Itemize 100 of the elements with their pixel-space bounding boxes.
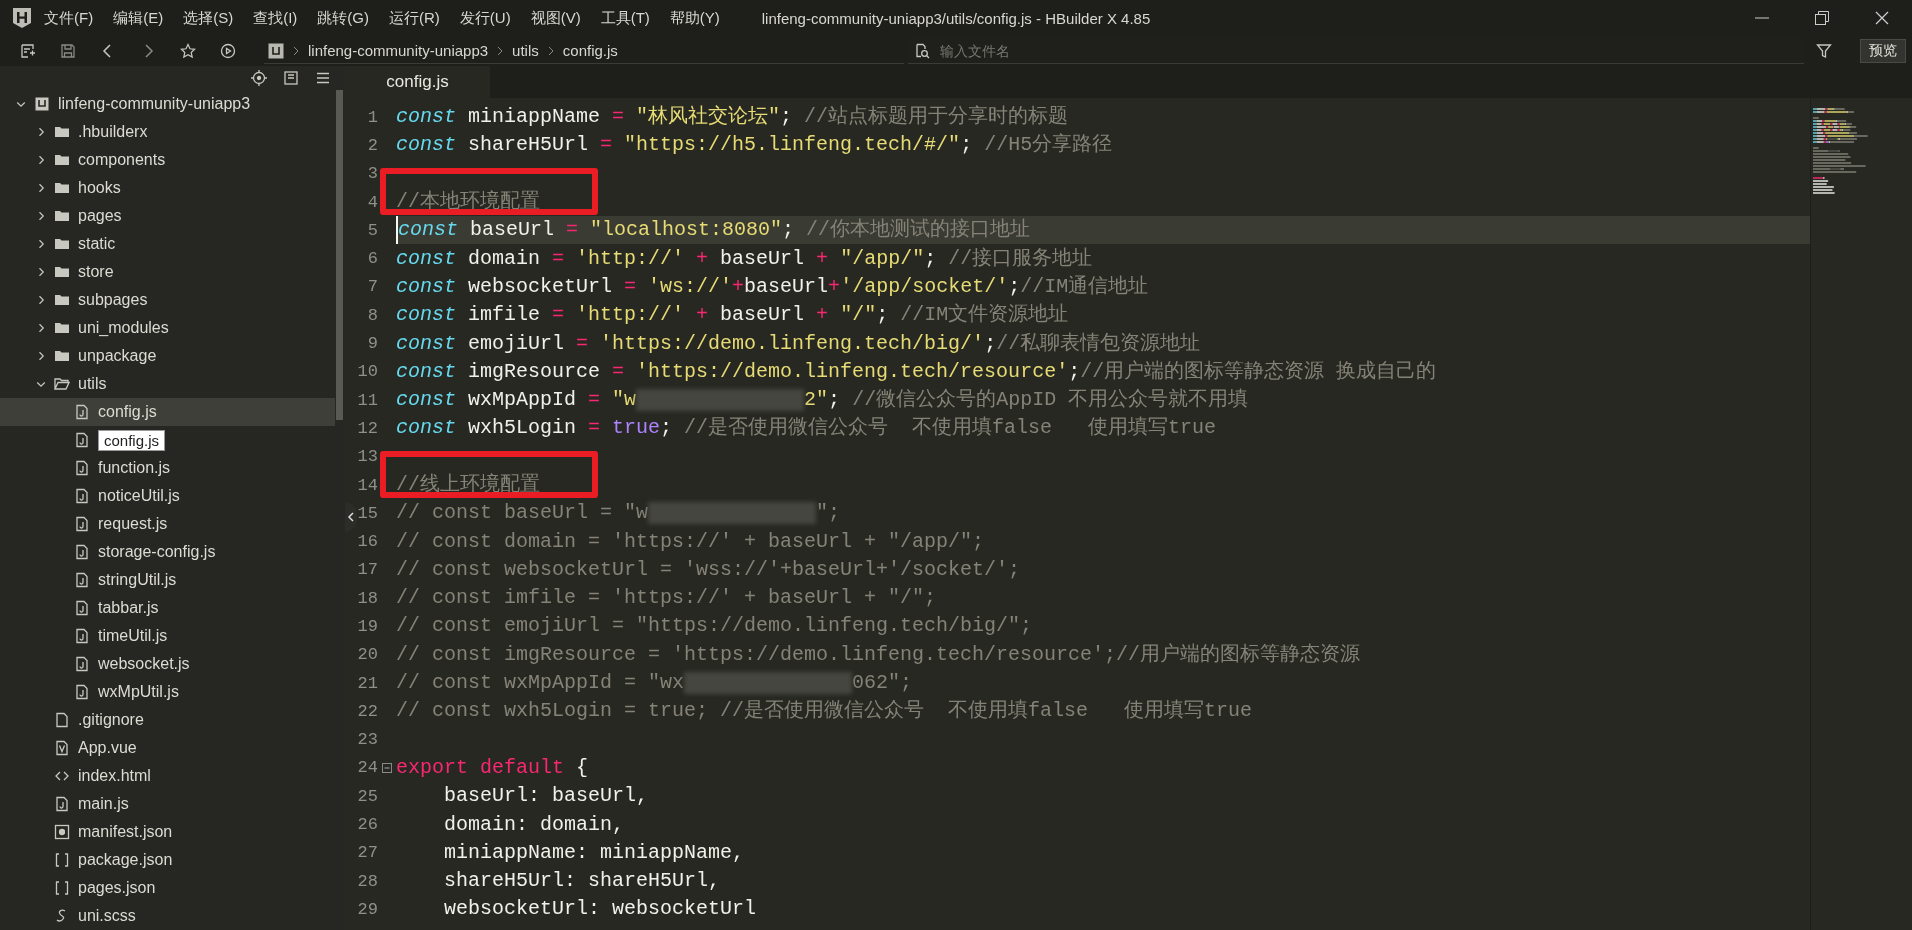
tree-item[interactable]: uni_modules <box>0 314 335 342</box>
menu-icon <box>315 70 331 86</box>
code-line: const miniappName = "林风社交论坛"; //站点标题用于分享时的标题 <box>396 104 1069 131</box>
menu-item[interactable]: 跳转(G) <box>309 3 377 33</box>
line-number: 27 <box>357 843 378 863</box>
preview-button[interactable]: 预览 <box>1860 39 1906 63</box>
window-title: linfeng-community-uniapp3/utils/config.js - HBuilder X 4.85 <box>761 9 1151 27</box>
breadcrumb-item[interactable]: utils <box>512 42 539 59</box>
menu-item[interactable]: 工具(T) <box>592 3 658 33</box>
folder-icon <box>54 348 70 364</box>
menu-item[interactable]: 文件(F) <box>36 3 102 33</box>
line-number: 4 <box>366 192 378 212</box>
chevron-icon <box>546 44 555 57</box>
folder-icon <box>54 292 70 308</box>
tree-item[interactable]: components <box>0 146 335 174</box>
file-icon <box>74 684 90 700</box>
tooltip: config.js <box>98 429 166 451</box>
tree-item[interactable]: package.json <box>0 846 335 874</box>
line-number: 21 <box>357 673 378 693</box>
tree-item[interactable]: storage-config.js <box>0 538 335 566</box>
line-number: 12 <box>357 418 378 438</box>
tree-item[interactable]: websocket.js <box>0 650 335 678</box>
code-line: const wxh5Login = true; //是否使用微信公众号 不使用填false 使用填写true <box>396 415 1217 442</box>
tree-item[interactable]: pages.json <box>0 874 335 902</box>
code-line: // const baseUrl = "w "; <box>396 500 841 527</box>
tree-item[interactable]: manifest.json <box>0 818 335 846</box>
file-icon <box>74 404 90 420</box>
tree-item[interactable]: function.js <box>0 454 335 482</box>
file-icon <box>74 656 90 672</box>
tree-item[interactable]: linfeng-community-uniapp3 <box>0 90 335 118</box>
line-number: 13 <box>357 447 378 467</box>
tree-item[interactable]: index.html <box>0 762 335 790</box>
brackets-icon <box>54 880 70 896</box>
line-number: 17 <box>357 560 378 580</box>
collapse-icon <box>283 70 299 86</box>
code-line: export default { <box>396 754 589 781</box>
play-icon <box>220 43 236 59</box>
line-number: 5 <box>366 220 378 240</box>
code-line: const wxMpAppId = "w 2"; //微信公众号的AppID 不用公众号就不用填 <box>396 387 1249 414</box>
chevron-icon <box>496 44 505 57</box>
app-logo-icon <box>12 7 32 29</box>
code-line: //本地环境配置 <box>396 189 540 216</box>
tree-item[interactable]: hooks <box>0 174 335 202</box>
file-icon <box>74 488 90 504</box>
line-number: 25 <box>357 786 378 806</box>
tree-item[interactable]: config.js <box>0 426 335 454</box>
folder-icon <box>54 376 70 392</box>
code-line: const baseUrl = "localhost:8080"; //你本地测试的接口地址 <box>398 217 1031 244</box>
menu-item[interactable]: 编辑(E) <box>105 3 172 33</box>
collapse-handle[interactable] <box>345 502 357 532</box>
tree-item[interactable]: timeUtil.js <box>0 622 335 650</box>
code-line: // const emojiUrl = "https://demo.linfeng.tech/big/"; <box>396 613 1033 640</box>
line-number: 20 <box>357 645 378 665</box>
tree-item[interactable]: static <box>0 230 335 258</box>
breadcrumb-item[interactable]: linfeng-community-uniapp3 <box>308 42 489 59</box>
tree-item[interactable]: stringUtil.js <box>0 566 335 594</box>
menu-item[interactable]: 帮助(Y) <box>661 3 728 33</box>
tree-item[interactable]: main.js <box>0 790 335 818</box>
line-number: 9 <box>366 334 378 353</box>
line-number: 28 <box>357 871 378 891</box>
code-line: // const websocketUrl = 'wss://'+baseUrl+'/socket/'; <box>396 556 1021 583</box>
menu-item[interactable]: 运行(R) <box>381 3 448 33</box>
line-number: 15 <box>357 503 378 523</box>
line-number: 22 <box>357 701 378 721</box>
line-number: 1 <box>366 107 378 127</box>
tree-item[interactable]: pages <box>0 202 335 230</box>
tree-item[interactable]: uni.scss <box>0 902 335 930</box>
tree-item[interactable]: App.vue <box>0 734 335 762</box>
editor-tab[interactable]: config.js <box>345 66 490 98</box>
breadcrumb-item[interactable]: config.js <box>562 42 618 59</box>
code-line: const shareH5Url = "https://h5.linfeng.tech/#/"; //H5分享路径 <box>396 132 1113 159</box>
folder-icon <box>54 264 70 280</box>
tree-item[interactable]: .hbuilderx <box>0 118 335 146</box>
file-icon <box>74 516 90 532</box>
tree-item[interactable]: tabbar.js <box>0 594 335 622</box>
tree-item[interactable]: store <box>0 258 335 286</box>
file-icon <box>74 544 90 560</box>
tree-item[interactable]: request.js <box>0 510 335 538</box>
menu-item[interactable]: 查找(I) <box>245 3 306 33</box>
line-number: 16 <box>357 532 378 552</box>
tree-item[interactable]: .gitignore <box>0 706 335 734</box>
tree-item[interactable]: config.js <box>0 398 335 426</box>
line-number: 10 <box>357 362 378 382</box>
tree-item[interactable]: subpages <box>0 286 335 314</box>
scrollbar-thumb[interactable] <box>336 90 343 420</box>
tree-item[interactable]: utils <box>0 370 335 398</box>
minimize-icon <box>1755 17 1769 19</box>
folder-icon <box>54 208 70 224</box>
menu-item[interactable]: 视图(V) <box>522 3 589 33</box>
tree-item[interactable]: wxMpUtil.js <box>0 678 335 706</box>
menu-item[interactable]: 选择(S) <box>175 3 242 33</box>
menu-item[interactable]: 发行(U) <box>451 3 519 33</box>
close-icon <box>1874 10 1890 26</box>
restore-icon <box>1814 10 1830 26</box>
line-number: 7 <box>366 277 378 297</box>
fold-icon[interactable] <box>382 762 392 773</box>
new-file-icon <box>20 43 36 59</box>
code-line: baseUrl: baseUrl, <box>443 783 649 810</box>
tree-item[interactable]: unpackage <box>0 342 335 370</box>
tree-item[interactable]: noticeUtil.js <box>0 482 335 510</box>
